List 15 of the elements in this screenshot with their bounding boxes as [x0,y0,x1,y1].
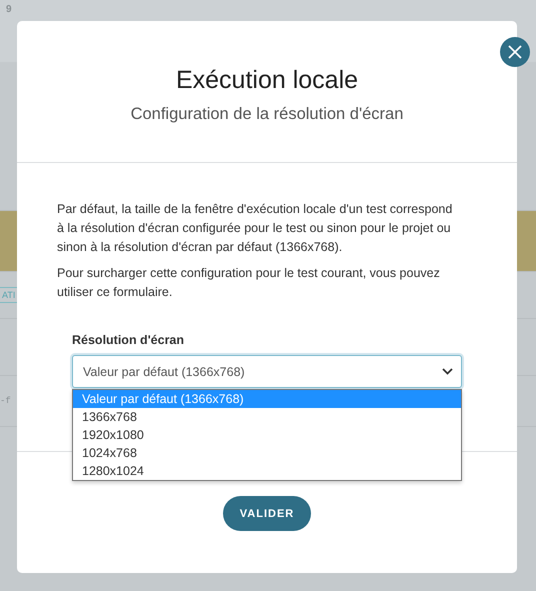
dropdown-option[interactable]: 1920x1080 [73,426,461,444]
close-icon [508,45,522,59]
dropdown-option[interactable]: 1024x768 [73,444,461,462]
dialog-subtitle: Configuration de la résolution d'écran [130,105,404,124]
dropdown-option[interactable]: 1366x768 [73,408,461,426]
resolution-select[interactable]: Valeur par défaut (1366x768) [72,355,462,388]
chevron-down-icon [442,368,453,375]
dropdown-option[interactable]: 1280x1024 [73,462,461,480]
description-text: Pour surcharger cette configuration pour le test courant, vous pouvez utiliser ce formulaire. [57,265,441,301]
background-text: -f [0,396,11,406]
submit-button[interactable]: VALIDER [223,496,311,531]
field-label: Résolution d'écran [72,333,186,347]
dialog-title: Exécution locale [176,65,358,96]
description-text: Par défaut, la taille de la fenêtre d'exécution locale d'un test correspond à la résolution d'écran configurée pour le test ou sinon pour le projet ou sinon à la résolution d'écran par défaut (1366x768). [57,201,454,256]
background-text: 9 [6,4,12,17]
